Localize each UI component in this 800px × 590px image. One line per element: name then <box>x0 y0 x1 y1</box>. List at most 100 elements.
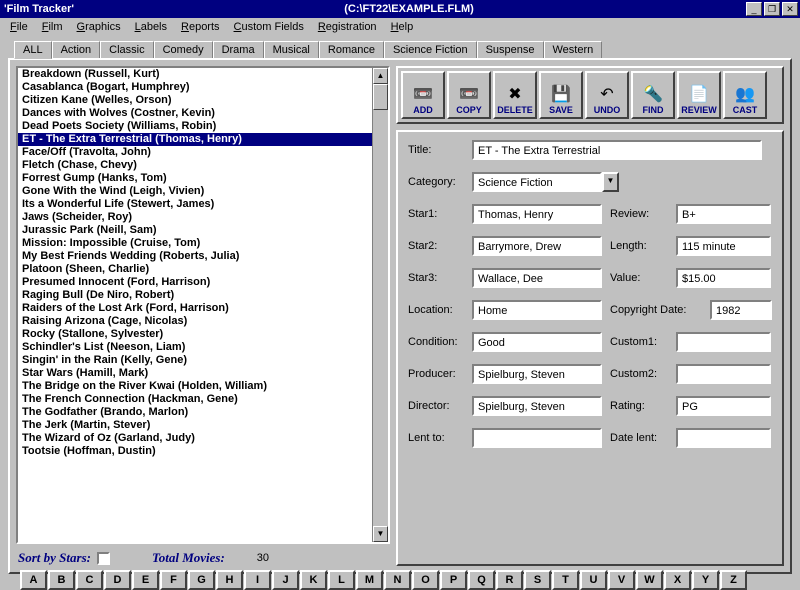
list-item[interactable]: Face/Off (Travolta, John) <box>18 146 388 159</box>
list-item[interactable]: My Best Friends Wedding (Roberts, Julia) <box>18 250 388 263</box>
alpha-r[interactable]: R <box>496 570 523 590</box>
menu-file[interactable]: File <box>4 20 34 34</box>
alpha-q[interactable]: Q <box>468 570 495 590</box>
rating-field[interactable]: PG <box>676 396 771 416</box>
title-field[interactable]: ET - The Extra Terrestrial <box>472 140 762 160</box>
alpha-y[interactable]: Y <box>692 570 719 590</box>
condition-field[interactable]: Good <box>472 332 602 352</box>
alpha-s[interactable]: S <box>524 570 551 590</box>
alpha-z[interactable]: Z <box>720 570 747 590</box>
menu-help[interactable]: Help <box>385 20 420 34</box>
alpha-g[interactable]: G <box>188 570 215 590</box>
list-item[interactable]: Citizen Kane (Welles, Orson) <box>18 94 388 107</box>
menu-custom-fields[interactable]: Custom Fields <box>228 20 310 34</box>
list-item[interactable]: The Jerk (Martin, Stever) <box>18 419 388 432</box>
add-button[interactable]: 📼ADD <box>401 71 445 119</box>
tab-classic[interactable]: Classic <box>100 41 153 59</box>
review-field[interactable]: B+ <box>676 204 771 224</box>
alpha-u[interactable]: U <box>580 570 607 590</box>
list-item[interactable]: Breakdown (Russell, Kurt) <box>18 68 388 81</box>
film-listbox[interactable]: Breakdown (Russell, Kurt)Casablanca (Bog… <box>16 66 390 544</box>
alpha-i[interactable]: I <box>244 570 271 590</box>
list-item[interactable]: Schindler's List (Neeson, Liam) <box>18 341 388 354</box>
review-button[interactable]: 📄REVIEW <box>677 71 721 119</box>
tab-musical[interactable]: Musical <box>264 41 319 59</box>
value-field[interactable]: $15.00 <box>676 268 771 288</box>
alpha-k[interactable]: K <box>300 570 327 590</box>
list-item[interactable]: Tootsie (Hoffman, Dustin) <box>18 445 388 458</box>
close-button[interactable]: ✕ <box>782 2 798 16</box>
alpha-b[interactable]: B <box>48 570 75 590</box>
menu-film[interactable]: Film <box>36 20 69 34</box>
menu-registration[interactable]: Registration <box>312 20 383 34</box>
list-item[interactable]: Dances with Wolves (Costner, Kevin) <box>18 107 388 120</box>
lentto-field[interactable] <box>472 428 602 448</box>
custom2-field[interactable] <box>676 364 771 384</box>
alpha-w[interactable]: W <box>636 570 663 590</box>
list-item[interactable]: Forrest Gump (Hanks, Tom) <box>18 172 388 185</box>
tab-science-fiction[interactable]: Science Fiction <box>384 41 477 59</box>
copyright-field[interactable]: 1982 <box>710 300 772 320</box>
menu-labels[interactable]: Labels <box>129 20 173 34</box>
sort-checkbox[interactable] <box>97 552 110 565</box>
chevron-down-icon[interactable]: ▼ <box>602 172 619 192</box>
menu-reports[interactable]: Reports <box>175 20 226 34</box>
alpha-o[interactable]: O <box>412 570 439 590</box>
list-item[interactable]: The Wizard of Oz (Garland, Judy) <box>18 432 388 445</box>
alpha-d[interactable]: D <box>104 570 131 590</box>
alpha-h[interactable]: H <box>216 570 243 590</box>
tab-romance[interactable]: Romance <box>319 41 384 59</box>
find-button[interactable]: 🔦FIND <box>631 71 675 119</box>
list-item[interactable]: Fletch (Chase, Chevy) <box>18 159 388 172</box>
list-item[interactable]: Star Wars (Hamill, Mark) <box>18 367 388 380</box>
datelent-field[interactable] <box>676 428 771 448</box>
list-item[interactable]: Dead Poets Society (Williams, Robin) <box>18 120 388 133</box>
tab-suspense[interactable]: Suspense <box>477 41 544 59</box>
list-item[interactable]: The Bridge on the River Kwai (Holden, Wi… <box>18 380 388 393</box>
alpha-c[interactable]: C <box>76 570 103 590</box>
alpha-m[interactable]: M <box>356 570 383 590</box>
alpha-x[interactable]: X <box>664 570 691 590</box>
list-item[interactable]: Mission: Impossible (Cruise, Tom) <box>18 237 388 250</box>
location-field[interactable]: Home <box>472 300 602 320</box>
alpha-j[interactable]: J <box>272 570 299 590</box>
scroll-down-button[interactable]: ▼ <box>373 526 388 542</box>
category-value[interactable]: Science Fiction <box>472 172 602 192</box>
menu-graphics[interactable]: Graphics <box>71 20 127 34</box>
list-item[interactable]: Rocky (Stallone, Sylvester) <box>18 328 388 341</box>
list-item[interactable]: Singin' in the Rain (Kelly, Gene) <box>18 354 388 367</box>
scroll-thumb[interactable] <box>373 84 388 110</box>
tab-western[interactable]: Western <box>544 41 603 59</box>
star1-field[interactable]: Thomas, Henry <box>472 204 602 224</box>
tab-all[interactable]: ALL <box>14 41 52 59</box>
list-item[interactable]: The French Connection (Hackman, Gene) <box>18 393 388 406</box>
list-item[interactable]: Presumed Innocent (Ford, Harrison) <box>18 276 388 289</box>
list-item[interactable]: Raging Bull (De Niro, Robert) <box>18 289 388 302</box>
list-item[interactable]: Casablanca (Bogart, Humphrey) <box>18 81 388 94</box>
custom1-field[interactable] <box>676 332 771 352</box>
alpha-p[interactable]: P <box>440 570 467 590</box>
tab-action[interactable]: Action <box>52 41 101 59</box>
director-field[interactable]: Spielburg, Steven <box>472 396 602 416</box>
maximize-button[interactable]: ❐ <box>764 2 780 16</box>
producer-field[interactable]: Spielburg, Steven <box>472 364 602 384</box>
list-item[interactable]: Gone With the Wind (Leigh, Vivien) <box>18 185 388 198</box>
list-item[interactable]: Its a Wonderful Life (Stewert, James) <box>18 198 388 211</box>
star3-field[interactable]: Wallace, Dee <box>472 268 602 288</box>
alpha-v[interactable]: V <box>608 570 635 590</box>
tab-drama[interactable]: Drama <box>213 41 264 59</box>
list-item[interactable]: Raising Arizona (Cage, Nicolas) <box>18 315 388 328</box>
cast-button[interactable]: 👥CAST <box>723 71 767 119</box>
tab-comedy[interactable]: Comedy <box>154 41 213 59</box>
length-field[interactable]: 115 minute <box>676 236 771 256</box>
list-item[interactable]: ET - The Extra Terrestrial (Thomas, Henr… <box>18 133 388 146</box>
save-button[interactable]: 💾SAVE <box>539 71 583 119</box>
alpha-t[interactable]: T <box>552 570 579 590</box>
undo-button[interactable]: ↶UNDO <box>585 71 629 119</box>
scroll-up-button[interactable]: ▲ <box>373 68 388 84</box>
alpha-n[interactable]: N <box>384 570 411 590</box>
star2-field[interactable]: Barrymore, Drew <box>472 236 602 256</box>
list-item[interactable]: Jaws (Scheider, Roy) <box>18 211 388 224</box>
list-item[interactable]: Raiders of the Lost Ark (Ford, Harrison) <box>18 302 388 315</box>
delete-button[interactable]: ✖DELETE <box>493 71 537 119</box>
